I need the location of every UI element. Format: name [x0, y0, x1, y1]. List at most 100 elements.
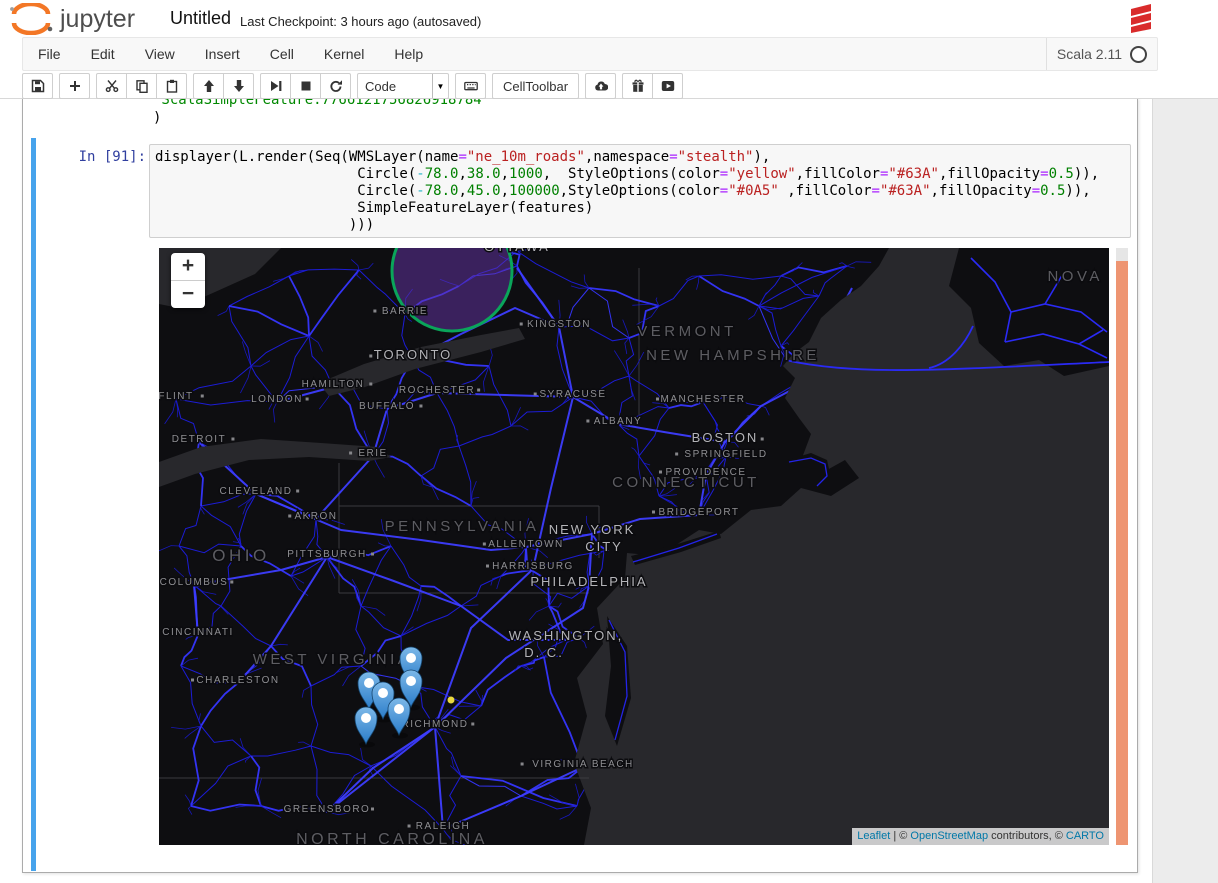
- selected-cell-indicator-bar: [31, 138, 36, 871]
- city-dot: [483, 543, 486, 546]
- toolbar: Code ▼ CellToolbar: [22, 73, 689, 99]
- menu-item-insert[interactable]: Insert: [190, 38, 255, 70]
- move-cell-up-button[interactable]: [193, 73, 224, 99]
- scala-kernel-logo: [1128, 2, 1154, 33]
- menubar: FileEditViewInsertCellKernelHelp Scala 2…: [22, 37, 1158, 71]
- city-dot: [652, 511, 655, 514]
- jupyter-logo-icon: [8, 3, 54, 35]
- map-label: PENNSYLVANIA: [385, 518, 540, 535]
- map-label: D. C.: [524, 645, 564, 660]
- gift-icon: [631, 79, 645, 93]
- jupyter-logo[interactable]: jupyter: [8, 2, 135, 36]
- menu-item-help[interactable]: Help: [379, 38, 438, 70]
- cell-type-value: Code: [365, 79, 396, 94]
- slideshow-button[interactable]: [652, 73, 683, 99]
- play-rect-icon: [661, 79, 675, 93]
- interrupt-kernel-button[interactable]: [290, 73, 321, 99]
- map-label: MANCHESTER: [660, 394, 745, 405]
- zoom-in-button[interactable]: +: [171, 253, 205, 281]
- leaflet-map-canvas[interactable]: OTTAWABARRIEKINGSTONTORONTOHAMILTONLONDO…: [159, 248, 1109, 845]
- map-label: RICHMOND: [402, 719, 469, 730]
- map-label: CINCINNATI: [162, 627, 233, 638]
- menu-item-kernel[interactable]: Kernel: [309, 38, 379, 70]
- cell-input-prompt: In [91]:: [43, 149, 146, 165]
- map-label: WEST VIRGINIA: [253, 651, 412, 668]
- restart-kernel-button[interactable]: [320, 73, 351, 99]
- city-dot: [201, 395, 204, 398]
- copy-icon: [135, 79, 149, 93]
- clipboard-icon: [165, 79, 179, 93]
- select-arrow-icon: ▼: [432, 74, 448, 98]
- kernel-name: Scala 2.11: [1057, 46, 1122, 62]
- command-palette-button[interactable]: [455, 73, 486, 99]
- map-label: PHILADELPHIA: [530, 574, 647, 589]
- city-dot: [471, 723, 474, 726]
- city-dot: [231, 438, 234, 441]
- jupyter-logo-text: jupyter: [60, 5, 135, 34]
- cut-cell-button[interactable]: [96, 73, 127, 99]
- page-right-gutter: [1152, 97, 1218, 883]
- menu-item-edit[interactable]: Edit: [76, 38, 130, 70]
- map-label: CITY: [585, 539, 623, 554]
- map-label: TORONTO: [374, 347, 453, 362]
- city-dot: [191, 679, 194, 682]
- menu-item-view[interactable]: View: [130, 38, 190, 70]
- code-text[interactable]: displayer(L.render(Seq(WMSLayer(name="ne…: [150, 145, 1130, 234]
- map-label: ALBANY: [594, 416, 642, 427]
- map-label: CLEVELAND: [220, 486, 293, 497]
- map-label: COLUMBUS: [160, 577, 229, 588]
- attribution-middle: contributors, ©: [988, 830, 1066, 842]
- paste-cell-button[interactable]: [156, 73, 187, 99]
- map-label: WASHINGTON,: [509, 628, 623, 643]
- map-label: FLINT: [159, 391, 194, 402]
- leaflet-map-output[interactable]: OTTAWABARRIEKINGSTONTORONTOHAMILTONLONDO…: [159, 248, 1109, 845]
- scissors-icon: [105, 79, 119, 93]
- map-label: NOVA SCOTIA: [1047, 268, 1109, 285]
- city-dot: [419, 405, 422, 408]
- city-dot: [586, 420, 589, 423]
- notebook-title[interactable]: Untitled: [170, 8, 231, 29]
- city-dot: [675, 453, 678, 456]
- map-label: ALLENTOWN: [488, 539, 564, 550]
- kernel-idle-icon: [1130, 46, 1147, 63]
- move-cell-down-button[interactable]: [223, 73, 254, 99]
- insert-cell-below-button[interactable]: [59, 73, 90, 99]
- city-dot: [369, 383, 372, 386]
- city-dot: [477, 389, 480, 392]
- map-label: VIRGINIA BEACH: [532, 759, 634, 770]
- run-cell-button[interactable]: [260, 73, 291, 99]
- city-dot: [288, 515, 291, 518]
- stop-icon: [299, 79, 313, 93]
- arrow-up-icon: [202, 79, 216, 93]
- jupyter-notebook-page: ScalaSimpleFeature:7766121756826918784 )…: [0, 0, 1218, 883]
- map-label: OHIO: [212, 546, 269, 565]
- city-dot: [534, 393, 537, 396]
- map-zoom-control: + −: [171, 253, 205, 308]
- menu-item-cell[interactable]: Cell: [255, 38, 309, 70]
- cloud-upload-button[interactable]: [585, 73, 616, 99]
- header: jupyter Untitled Last Checkpoint: 3 hour…: [0, 0, 1218, 99]
- cell-type-select[interactable]: Code ▼: [357, 73, 449, 99]
- map-label: OTTAWA: [484, 248, 550, 254]
- celltoolbar-label: CellToolbar: [503, 79, 568, 94]
- keyboard-icon: [464, 79, 478, 93]
- code-editor[interactable]: displayer(L.render(Seq(WMSLayer(name="ne…: [149, 144, 1131, 238]
- copy-cell-button[interactable]: [126, 73, 157, 99]
- plus-icon: [68, 79, 82, 93]
- gift-button[interactable]: [622, 73, 653, 99]
- menu-item-file[interactable]: File: [23, 38, 76, 70]
- map-label: KINGSTON: [527, 319, 591, 330]
- output-scrollbar-track[interactable]: [1116, 248, 1128, 845]
- map-label: HARRISBURG: [492, 561, 574, 572]
- city-dot: [369, 355, 372, 358]
- map-label: NEW YORK: [549, 522, 636, 537]
- output-scrollbar-thumb[interactable]: [1116, 261, 1128, 845]
- zoom-out-button[interactable]: −: [171, 281, 205, 308]
- openstreetmap-link[interactable]: OpenStreetMap: [910, 830, 988, 842]
- leaflet-link[interactable]: Leaflet: [857, 830, 890, 842]
- carto-link[interactable]: CARTO: [1066, 830, 1104, 842]
- repeat-icon: [329, 79, 343, 93]
- map-circle-overlay-1km[interactable]: [448, 697, 455, 704]
- celltoolbar-button[interactable]: CellToolbar: [492, 73, 579, 99]
- save-button[interactable]: [22, 73, 53, 99]
